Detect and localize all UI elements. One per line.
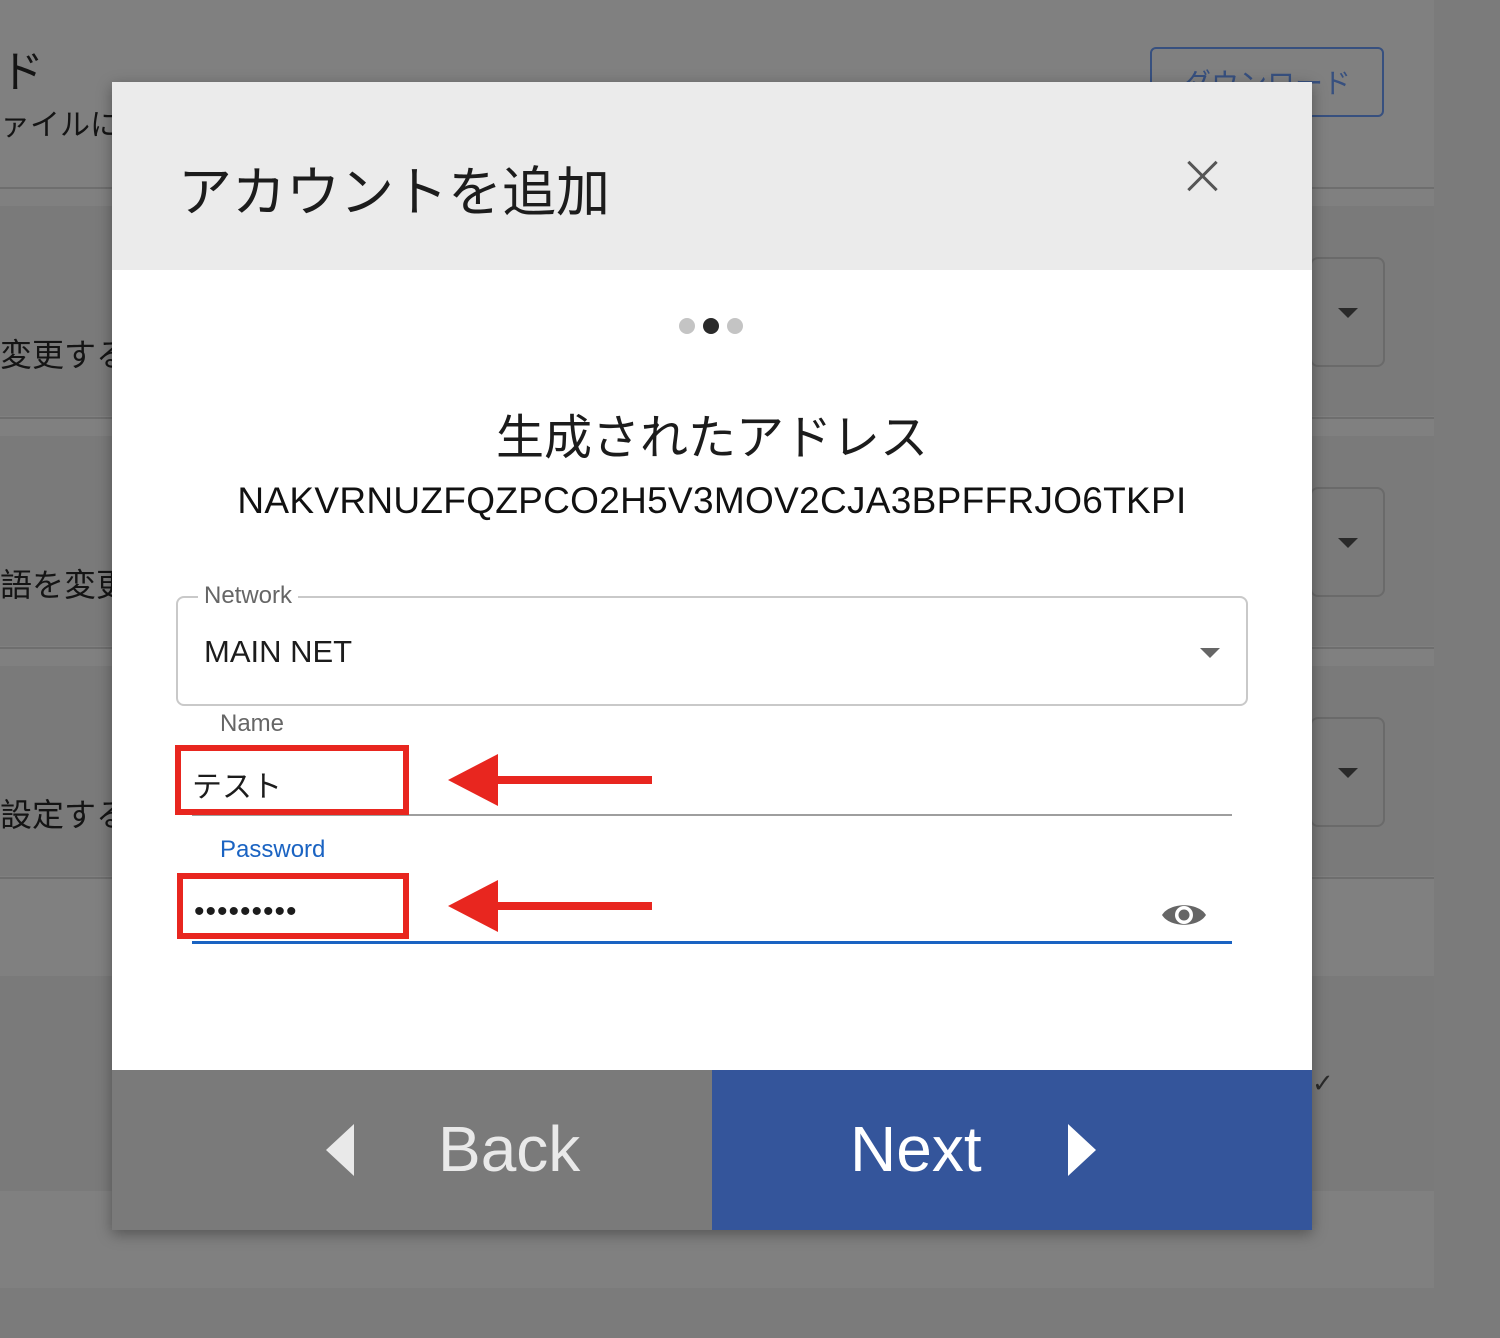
background-edge xyxy=(1434,0,1500,1338)
settings-row-label: 変更する xyxy=(0,337,129,373)
next-button[interactable]: Next xyxy=(712,1070,1312,1230)
modal-title: アカウントを追加 xyxy=(178,163,610,223)
arrow-left-icon xyxy=(448,754,652,806)
network-select[interactable]: Network MAIN NET xyxy=(176,582,1248,706)
network-value: MAIN NET xyxy=(204,634,353,669)
caret-right-icon xyxy=(1068,1124,1096,1176)
background-edge xyxy=(0,1288,1500,1338)
step-indicator xyxy=(679,318,743,334)
checkmark-icon: ✓ xyxy=(1312,1068,1334,1098)
caret-left-icon xyxy=(326,1124,354,1176)
page-title: ド xyxy=(0,48,44,97)
step-dot xyxy=(727,318,743,334)
highlight-box-password xyxy=(177,873,409,939)
page-description: ァイルに xyxy=(0,109,120,142)
back-button[interactable]: Back xyxy=(112,1070,712,1230)
chevron-down-icon xyxy=(1338,538,1358,548)
next-label: Next xyxy=(850,1113,982,1185)
chevron-down-icon xyxy=(1338,768,1358,778)
step-dot xyxy=(679,318,695,334)
chevron-down-icon xyxy=(1338,308,1358,318)
settings-row-label: 語を変更 xyxy=(0,567,129,603)
password-label: Password xyxy=(220,836,326,863)
highlight-box-name xyxy=(175,745,409,815)
close-icon[interactable] xyxy=(1182,156,1222,196)
network-label: Network xyxy=(198,582,299,610)
name-label: Name xyxy=(220,710,285,737)
arrow-left-icon xyxy=(448,880,652,932)
eye-icon[interactable] xyxy=(1160,898,1208,932)
modal-header: アカウントを追加 xyxy=(112,82,1312,270)
step-dot-active xyxy=(703,318,719,334)
chevron-down-icon xyxy=(1200,648,1220,658)
add-account-modal: アカウントを追加 生成されたアドレス NAKVRNUZFQZPCO2H5V3MO… xyxy=(112,82,1312,1230)
settings-row-label: 設定する xyxy=(0,797,129,833)
back-label: Back xyxy=(438,1113,581,1185)
generated-address: NAKVRNUZFQZPCO2H5V3MOV2CJA3BPFFRJO6TKPI xyxy=(237,480,1187,521)
address-heading: 生成されたアドレス xyxy=(495,412,928,465)
